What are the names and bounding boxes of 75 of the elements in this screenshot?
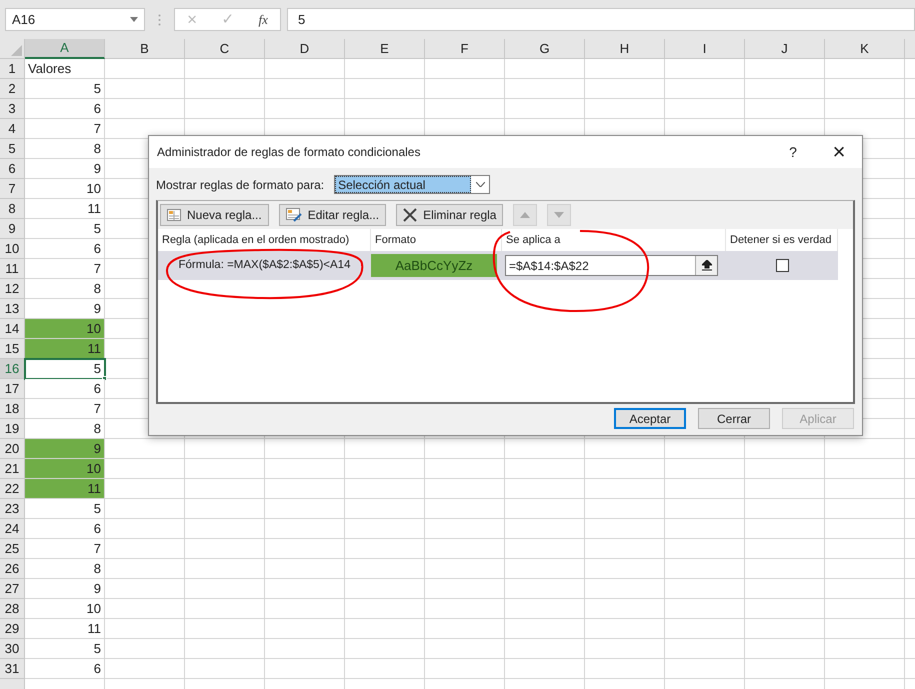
name-box[interactable]: A16 (5, 8, 145, 31)
row-header[interactable]: 30 (0, 639, 25, 659)
row-header[interactable]: 8 (0, 199, 25, 219)
row-header[interactable]: 7 (0, 179, 25, 199)
close-icon (403, 208, 418, 222)
row-header[interactable]: 31 (0, 659, 25, 679)
row-header[interactable]: 5 (0, 139, 25, 159)
row-header[interactable]: 17 (0, 379, 25, 399)
row-header[interactable]: 3 (0, 99, 25, 119)
row-header[interactable]: 14 (0, 319, 25, 339)
row-header[interactable]: 27 (0, 579, 25, 599)
row-header[interactable]: 4 (0, 119, 25, 139)
row-header[interactable]: 22 (0, 479, 25, 499)
column-header[interactable]: B (105, 39, 185, 59)
row-header[interactable]: 20 (0, 439, 25, 459)
row-header[interactable]: 16 (0, 359, 25, 379)
row-header[interactable]: 13 (0, 299, 25, 319)
table-cell[interactable]: 5 (25, 359, 105, 379)
table-cell[interactable]: 11 (25, 339, 105, 359)
row-header[interactable]: 19 (0, 419, 25, 439)
row-header[interactable]: 23 (0, 499, 25, 519)
rule-row[interactable]: Fórmula: =MAX($A$2:$A$5)<A14 AaBbCcYyZz =$A$14:$A$22 (158, 251, 838, 280)
row-header[interactable]: 24 (0, 519, 25, 539)
table-cell[interactable]: 10 (25, 459, 105, 479)
column-header[interactable]: G (505, 39, 585, 59)
grip-icon (158, 14, 161, 26)
row-header[interactable]: 6 (0, 159, 25, 179)
row-header[interactable]: 18 (0, 399, 25, 419)
row-header[interactable]: 28 (0, 599, 25, 619)
grid-pencil-icon (286, 208, 302, 222)
down-arrow-icon (554, 212, 564, 218)
row-header[interactable]: 2 (0, 79, 25, 99)
row-header[interactable]: 26 (0, 559, 25, 579)
row-header[interactable]: 10 (0, 239, 25, 259)
show-rules-label: Mostrar reglas de formato para: (156, 176, 324, 194)
column-header[interactable]: H (585, 39, 665, 59)
row-header[interactable]: 15 (0, 339, 25, 359)
dialog-title: Administrador de reglas de formato condicionales (157, 144, 422, 161)
column-header[interactable]: A (25, 39, 105, 59)
edit-rule-button[interactable]: Editar regla... (278, 204, 386, 226)
collapse-dialog-icon[interactable] (695, 256, 717, 275)
row-header[interactable]: 11 (0, 259, 25, 279)
formula-field[interactable]: 5 (287, 8, 915, 31)
row-header[interactable]: 21 (0, 459, 25, 479)
close-button[interactable]: × (816, 136, 862, 168)
row-header[interactable]: 9 (0, 219, 25, 239)
column-header[interactable]: D (265, 39, 345, 59)
column-header[interactable]: F (425, 39, 505, 59)
column-header[interactable]: I (665, 39, 745, 59)
row-header[interactable]: 12 (0, 279, 25, 299)
rule-grid-icon (167, 209, 181, 221)
column-header[interactable]: K (825, 39, 905, 59)
dropdown-arrow-icon (130, 17, 138, 22)
column-header[interactable]: J (745, 39, 825, 59)
select-all-corner-icon[interactable] (11, 45, 22, 56)
stop-if-true-checkbox[interactable] (776, 259, 788, 272)
scope-dropdown[interactable]: Selección actual (334, 175, 490, 194)
insert-function-button[interactable]: fx (258, 10, 268, 30)
dialog-button[interactable]: Aceptar (614, 408, 686, 429)
column-header[interactable]: C (185, 39, 265, 59)
table-cell[interactable]: 10 (25, 319, 105, 339)
row-header[interactable]: 1 (0, 59, 25, 79)
format-preview: AaBbCcYyZz (371, 254, 497, 277)
new-rule-button[interactable]: Nueva regla... (160, 204, 269, 226)
column-header[interactable]: E (345, 39, 425, 59)
row-header[interactable]: 25 (0, 539, 25, 559)
help-button[interactable]: ? (770, 136, 816, 168)
table-cell[interactable]: 11 (25, 479, 105, 499)
rule-formula: Fórmula: =MAX($A$2:$A$5)<A14 (178, 258, 352, 273)
dialog-button[interactable]: Cerrar (698, 408, 770, 429)
delete-rule-button[interactable]: Eliminar regla (396, 204, 504, 226)
applies-to-field[interactable]: =$A$14:$A$22 (505, 255, 718, 276)
up-arrow-icon (520, 212, 530, 218)
table-cell[interactable]: 9 (25, 439, 105, 459)
row-header[interactable]: 29 (0, 619, 25, 639)
